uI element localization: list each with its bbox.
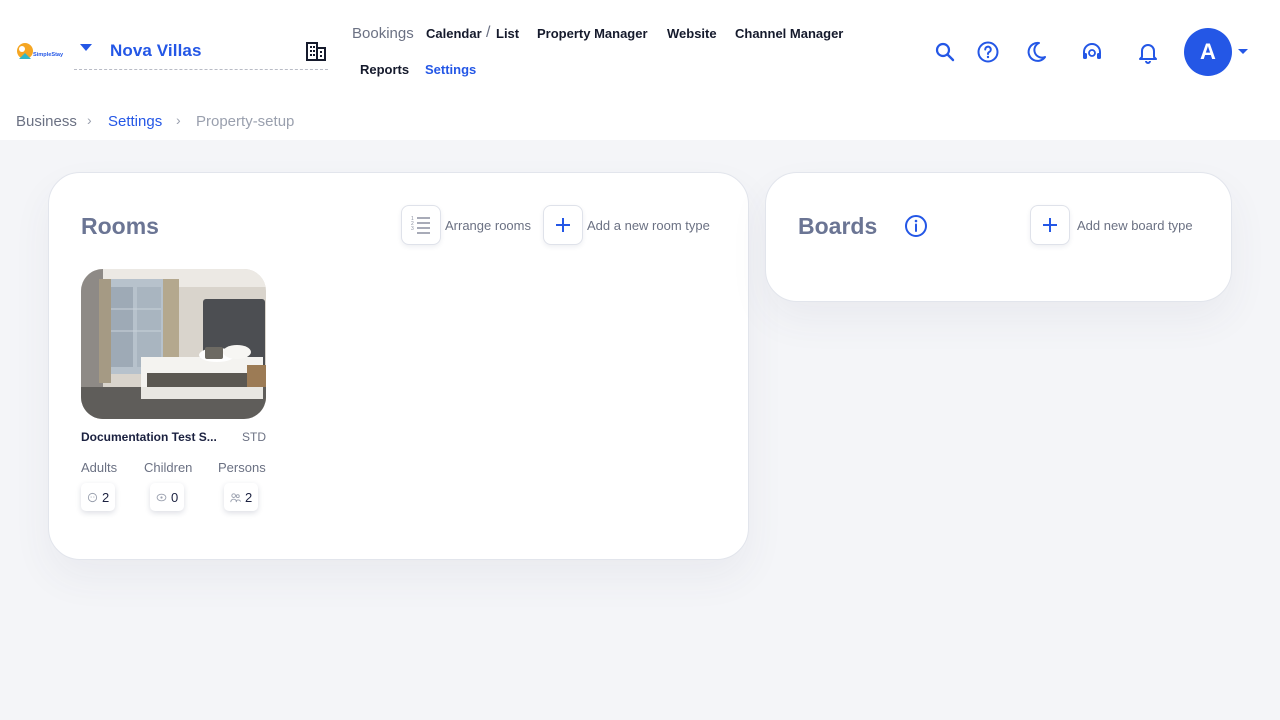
moon-icon[interactable]	[1024, 40, 1048, 64]
building-icon[interactable]	[306, 41, 326, 61]
children-count-chip: 0	[150, 483, 185, 511]
room-photo[interactable]	[81, 269, 266, 419]
headset-icon[interactable]	[1080, 40, 1104, 64]
baby-icon	[87, 492, 98, 502]
nav-bookings: Bookings	[352, 25, 414, 42]
property-selector[interactable]: Nova Villas	[74, 36, 328, 70]
breadcrumb-settings[interactable]: Settings	[108, 113, 162, 130]
adults-label: Adults	[81, 460, 118, 475]
chevron-down-icon[interactable]	[1238, 49, 1248, 54]
simplestay-logo[interactable]: SimpleStay	[16, 41, 68, 63]
avatar-initial: A	[1200, 39, 1216, 64]
breadcrumb-property-setup: Property-setup	[196, 113, 295, 130]
logo-text: SimpleStay	[33, 52, 64, 58]
arrange-list-icon: 1 2 3	[411, 216, 430, 234]
children-label: Children	[144, 460, 193, 475]
rooms-title: Rooms	[81, 213, 159, 239]
nav-settings[interactable]: Settings	[425, 62, 476, 77]
boards-title: Boards	[798, 213, 878, 239]
child-icon	[156, 493, 167, 501]
chevron-down-icon[interactable]	[80, 44, 92, 51]
svg-text:3: 3	[411, 226, 414, 232]
breadcrumb-separator: ›	[176, 112, 181, 128]
room-code: STD	[242, 430, 266, 444]
add-room-type-label[interactable]: Add a new room type	[587, 218, 710, 233]
add-room-type-button[interactable]	[543, 205, 583, 245]
add-board-type-label[interactable]: Add new board type	[1077, 218, 1193, 233]
persons-count-chip: 2	[224, 483, 259, 511]
arrange-rooms-label[interactable]: Arrange rooms	[445, 218, 531, 233]
breadcrumb-business[interactable]: Business	[16, 113, 77, 130]
breadcrumb-separator: ›	[87, 112, 92, 128]
nav-reports[interactable]: Reports	[360, 62, 409, 77]
children-count: 0	[171, 489, 179, 505]
nav-property-manager[interactable]: Property Manager	[537, 26, 648, 41]
boards-card: Boards Add new board type	[765, 172, 1232, 302]
nav-slash: /	[486, 24, 491, 41]
search-icon[interactable]	[933, 40, 957, 64]
user-avatar[interactable]: A	[1184, 28, 1232, 76]
room-name[interactable]: Documentation Test S...	[81, 430, 235, 444]
plus-icon	[556, 218, 570, 232]
help-icon[interactable]	[976, 40, 1000, 64]
nav-channel-manager[interactable]: Channel Manager	[735, 26, 843, 41]
rooms-card: Rooms 1 2 3 Arrange rooms Add a new room…	[48, 172, 749, 560]
adults-count-chip: 2	[81, 483, 116, 511]
nav-list[interactable]: List	[496, 26, 519, 41]
plus-icon	[1043, 218, 1057, 232]
add-board-type-button[interactable]	[1030, 205, 1070, 245]
breadcrumb: Business › Settings › Property-setup	[0, 104, 1280, 140]
adults-count: 2	[102, 489, 110, 505]
info-icon[interactable]	[904, 214, 928, 238]
nav-website[interactable]: Website	[667, 26, 717, 41]
bell-icon[interactable]	[1136, 40, 1160, 64]
arrange-rooms-button[interactable]: 1 2 3	[401, 205, 441, 245]
top-header: SimpleStay Nova Villas Bookings Calendar…	[0, 0, 1280, 104]
persons-label: Persons	[218, 460, 266, 475]
persons-count: 2	[245, 489, 253, 505]
persons-icon	[230, 492, 241, 502]
property-name[interactable]: Nova Villas	[110, 41, 202, 61]
nav-calendar[interactable]: Calendar	[426, 26, 482, 41]
